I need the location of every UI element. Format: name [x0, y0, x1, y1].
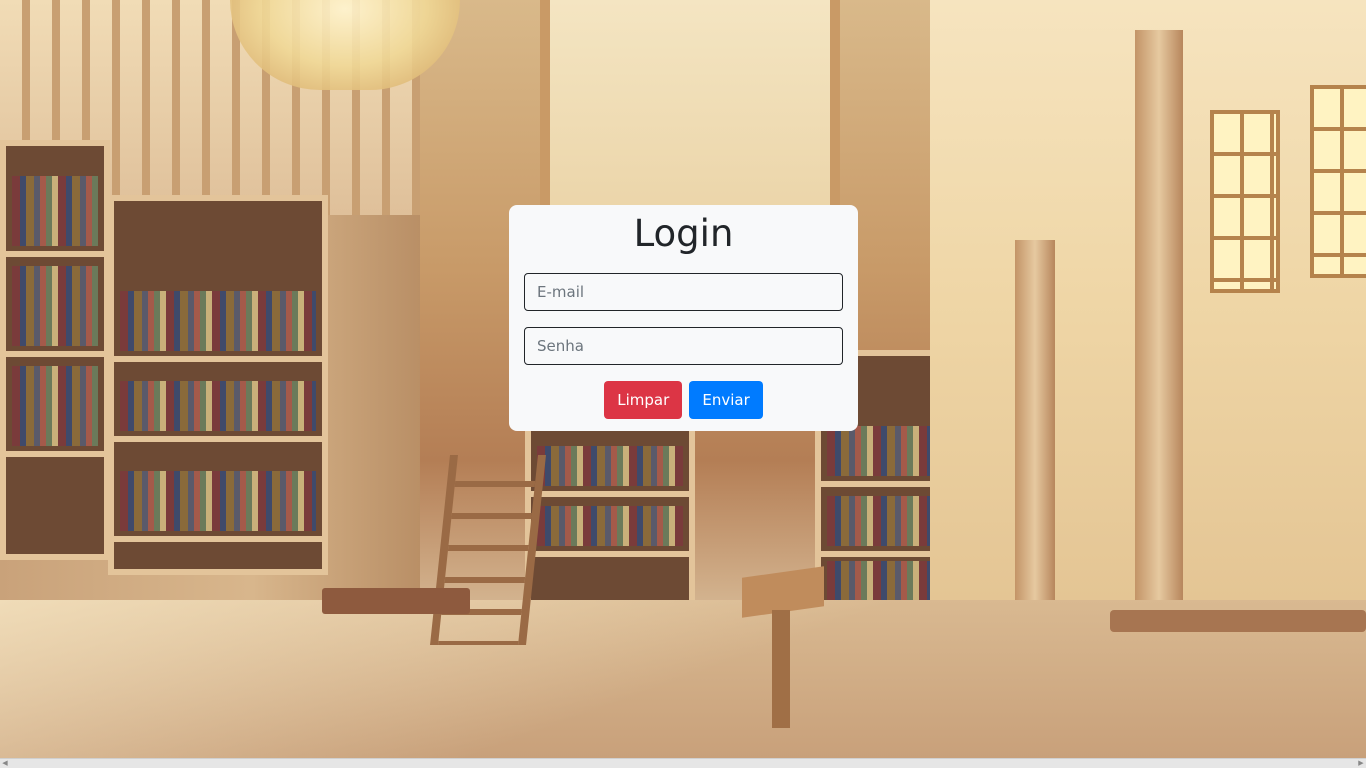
form-actions: Limpar Enviar — [524, 381, 843, 419]
pillar — [1135, 30, 1183, 600]
chevron-right-icon[interactable]: ▶ — [1356, 759, 1366, 768]
chevron-left-icon[interactable]: ◀ — [0, 759, 10, 768]
bookshelf-left — [0, 140, 110, 560]
window-left — [1210, 110, 1280, 293]
bookshelf-center-left — [108, 195, 328, 575]
side-table — [322, 588, 470, 614]
login-form: Login Limpar Enviar — [509, 205, 858, 431]
window-right — [1310, 85, 1366, 278]
submit-button[interactable]: Enviar — [689, 381, 763, 419]
bookshelf-center — [525, 420, 695, 620]
clear-button[interactable]: Limpar — [604, 381, 683, 419]
ladder — [430, 455, 546, 645]
login-title: Login — [633, 212, 734, 255]
page-root: Login Limpar Enviar ◀ ▶ — [0, 0, 1366, 768]
email-field[interactable] — [524, 273, 843, 311]
lectern-post — [772, 610, 790, 728]
password-field[interactable] — [524, 327, 843, 365]
stair-column — [1015, 240, 1055, 610]
horizontal-scrollbar[interactable]: ◀ ▶ — [0, 758, 1366, 768]
reading-table — [1110, 610, 1366, 632]
